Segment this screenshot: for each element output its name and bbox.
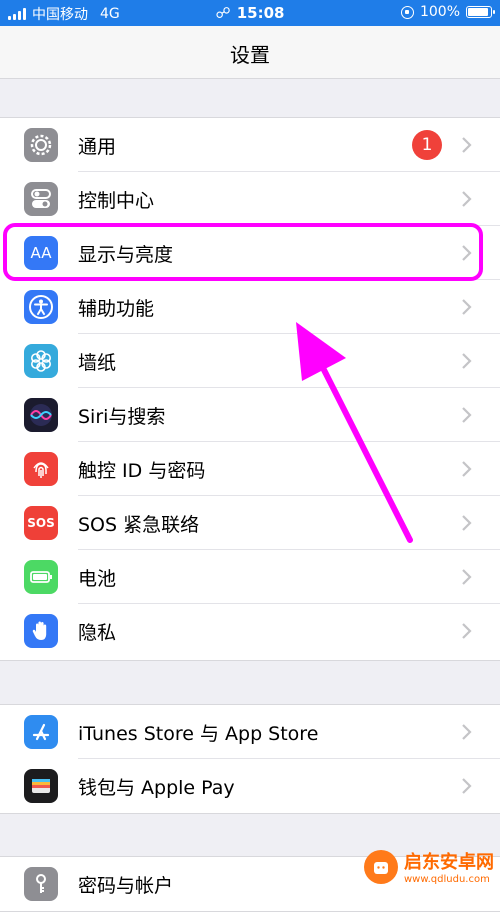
row-label: 钱包与 Apple Pay	[78, 777, 235, 799]
battery-icon	[24, 560, 58, 594]
chevron-right-icon	[462, 407, 472, 423]
fingerprint-icon	[24, 452, 58, 486]
row-label: 辅助功能	[78, 298, 155, 320]
rotation-lock-icon	[400, 5, 414, 19]
row-label: 触控 ID 与密码	[78, 460, 206, 482]
toggle-switches-icon	[24, 182, 58, 216]
settings-row-display-brightness[interactable]: AA 显示与亮度	[0, 226, 500, 280]
watermark-title: 启东安卓网	[404, 852, 494, 873]
chevron-right-icon	[462, 191, 472, 207]
chevron-right-icon	[462, 569, 472, 585]
settings-row-sos[interactable]: SOS SOS 紧急联络	[0, 496, 500, 550]
wallet-icon	[24, 769, 58, 803]
watermark-logo-icon	[364, 849, 398, 884]
settings-row-control-center[interactable]: 控制中心	[0, 172, 500, 226]
settings-row-accessibility[interactable]: 辅助功能	[0, 280, 500, 334]
status-right: 100%	[400, 4, 495, 20]
battery-status-icon	[466, 6, 495, 18]
row-label: 电池	[78, 568, 117, 590]
icon-text: AA	[30, 244, 52, 262]
settings-row-wallpaper[interactable]: 墙纸	[0, 334, 500, 388]
page-title: 设置	[230, 43, 270, 67]
text-size-icon: AA	[24, 236, 58, 270]
row-label: SOS 紧急联络	[78, 514, 200, 536]
watermark-url: www.qdludu.com	[404, 874, 490, 885]
battery-label: 100%	[419, 4, 460, 20]
settings-row-wallet[interactable]: 钱包与 Apple Pay	[0, 759, 500, 813]
chevron-right-icon	[462, 515, 472, 531]
row-label: iTunes Store 与 App Store	[78, 723, 319, 745]
row-label: 控制中心	[78, 190, 155, 212]
settings-group-1: 通用 1 控制中心 AA 显示与亮度 辅助功能 墙纸 Siri与搜索 触控 ID…	[0, 117, 500, 661]
status-bar: 中国移动 4G ☍ 15:08 100%	[0, 0, 500, 26]
time-label: 15:08	[236, 4, 285, 22]
sos-icon: SOS	[24, 506, 58, 540]
hand-icon	[24, 614, 58, 648]
chevron-right-icon	[462, 623, 472, 639]
navigation-bar: 设置	[0, 26, 500, 79]
notification-badge: 1	[412, 130, 442, 160]
gear-icon	[24, 128, 58, 162]
watermark-text: 启东安卓网 www.qdludu.com	[404, 848, 494, 885]
siri-icon	[24, 398, 58, 432]
settings-group-2: iTunes Store 与 App Store 钱包与 Apple Pay	[0, 704, 500, 814]
chevron-right-icon	[462, 724, 472, 740]
row-label: 密码与帐户	[78, 875, 174, 897]
app-store-icon	[24, 715, 58, 749]
row-label: 墙纸	[78, 352, 117, 374]
chevron-right-icon	[462, 245, 472, 261]
settings-row-general[interactable]: 通用 1	[0, 118, 500, 172]
chevron-right-icon	[462, 461, 472, 477]
row-label: 隐私	[78, 622, 117, 644]
settings-row-siri[interactable]: Siri与搜索	[0, 388, 500, 442]
accessibility-icon	[24, 290, 58, 324]
chevron-right-icon	[462, 299, 472, 315]
flower-icon	[24, 344, 58, 378]
icon-text: SOS	[27, 516, 55, 530]
link-icon: ☍	[215, 4, 231, 22]
row-label: 显示与亮度	[78, 244, 174, 266]
chevron-right-icon	[462, 778, 472, 794]
settings-row-app-store[interactable]: iTunes Store 与 App Store	[0, 705, 500, 759]
chevron-right-icon	[462, 353, 472, 369]
chevron-right-icon	[462, 137, 472, 153]
settings-row-battery[interactable]: 电池	[0, 550, 500, 604]
key-icon	[24, 867, 58, 901]
settings-row-privacy[interactable]: 隐私	[0, 604, 500, 658]
settings-row-touch-id[interactable]: 触控 ID 与密码	[0, 442, 500, 496]
watermark: 启东安卓网 www.qdludu.com	[364, 848, 494, 885]
row-label: 通用	[78, 136, 117, 158]
row-label: Siri与搜索	[78, 406, 166, 428]
